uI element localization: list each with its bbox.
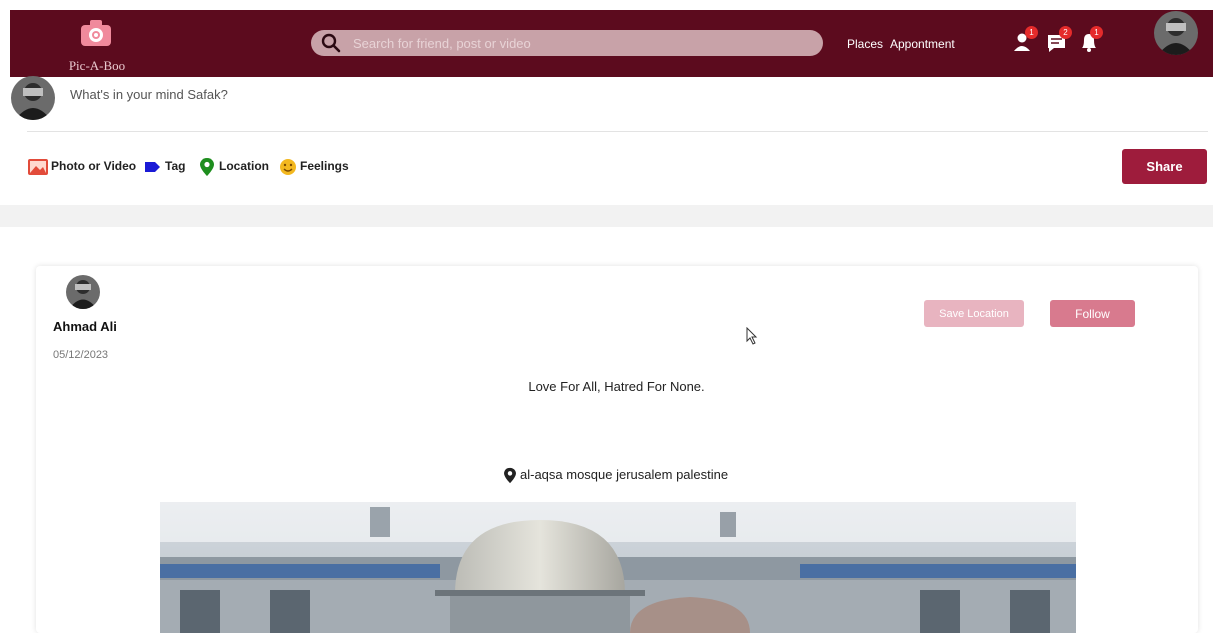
post-text: Love For All, Hatred For None. [528, 379, 705, 394]
feed-separator [0, 205, 1213, 227]
logo[interactable]: Pic-A-Boo [62, 14, 132, 76]
camera-logo-icon [81, 20, 111, 46]
feelings-icon [280, 159, 296, 175]
post-image[interactable] [160, 502, 1076, 633]
share-button[interactable]: Share [1122, 149, 1207, 184]
composer-divider [27, 131, 1208, 132]
photo-or-video-label: Photo or Video [51, 159, 137, 173]
logo-text: Pic-A-Boo [68, 58, 126, 73]
friend-requests-badge: 1 [1025, 26, 1038, 39]
post-location-text: al-aqsa mosque jerusalem palestine [520, 467, 729, 482]
search-input[interactable] [353, 33, 803, 53]
top-navigation-bar: Pic-A-Boo Places Appontment 1 2 1 [10, 10, 1213, 77]
notifications-badge: 1 [1090, 26, 1103, 39]
search-bar[interactable] [311, 30, 823, 56]
post-author-avatar[interactable] [66, 275, 100, 309]
save-location-button[interactable]: Save Location [924, 300, 1024, 327]
composer-avatar [11, 76, 55, 120]
user-avatar[interactable] [1154, 11, 1198, 55]
follow-button[interactable]: Follow [1050, 300, 1135, 327]
location-button[interactable]: Location [199, 157, 269, 177]
photo-or-video-button[interactable]: Photo or Video [27, 157, 136, 177]
messages-badge: 2 [1059, 26, 1072, 39]
tag-button[interactable]: Tag [144, 157, 189, 177]
post-date: 05/12/2023 [53, 349, 109, 361]
friend-requests-button[interactable]: 1 [1012, 26, 1038, 56]
post-author-name[interactable]: Ahmad Ali [53, 319, 117, 334]
tag-icon [145, 162, 160, 172]
search-icon [321, 33, 341, 53]
cursor-icon [746, 327, 758, 345]
location-pin-icon [504, 467, 516, 484]
location-pin-icon [200, 158, 214, 176]
nav-link-appointment[interactable]: Appontment [890, 37, 955, 51]
nav-link-places[interactable]: Places [847, 37, 883, 51]
feelings-label: Feelings [300, 159, 349, 173]
location-label: Location [219, 159, 269, 173]
post-composer-input[interactable]: What's in your mind Safak? [70, 87, 228, 102]
photo-icon [28, 159, 48, 175]
messages-button[interactable]: 2 [1046, 26, 1072, 56]
feelings-button[interactable]: Feelings [279, 157, 349, 177]
tag-label: Tag [165, 159, 186, 173]
notifications-button[interactable]: 1 [1077, 26, 1103, 56]
